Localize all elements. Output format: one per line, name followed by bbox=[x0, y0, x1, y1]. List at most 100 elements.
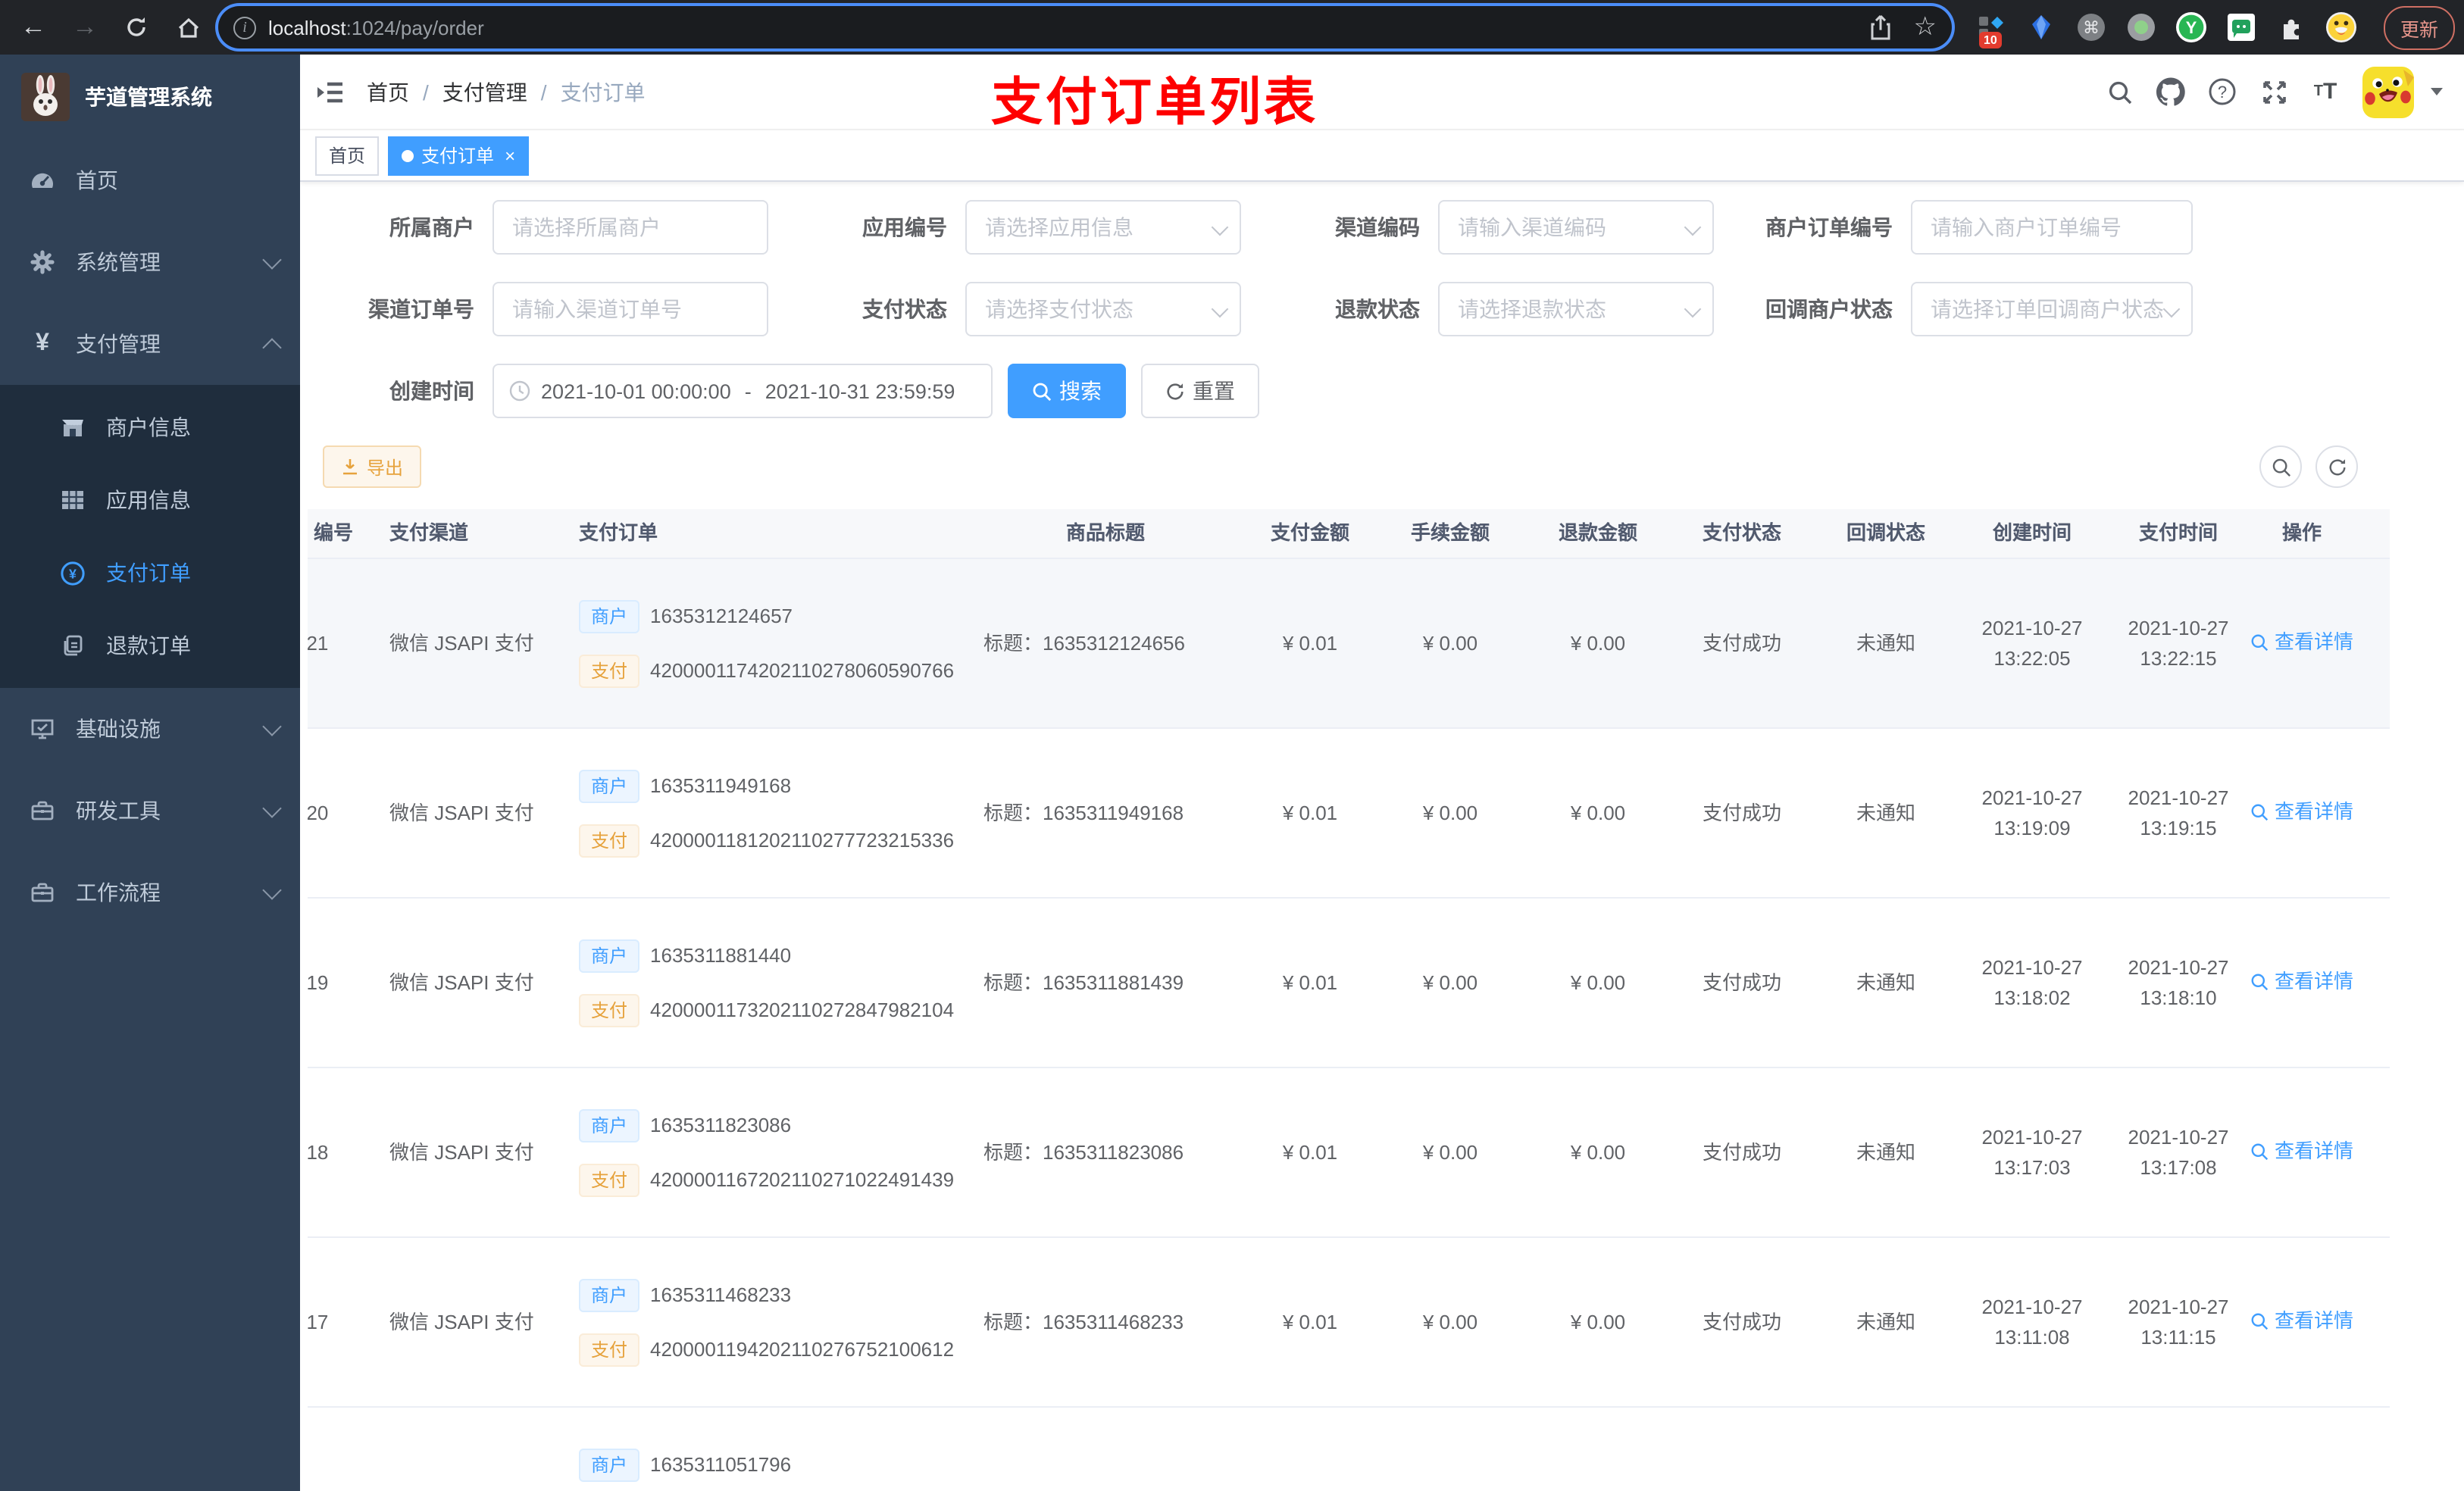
extension-command-icon[interactable]: ⌘ bbox=[2076, 12, 2106, 42]
back-icon[interactable]: ← bbox=[12, 6, 55, 48]
extension-chat-icon[interactable] bbox=[2226, 12, 2256, 42]
merchant-order-no-input[interactable] bbox=[1911, 200, 2193, 255]
bookmark-star-icon[interactable]: ☆ bbox=[1914, 12, 1937, 42]
close-icon[interactable]: × bbox=[505, 145, 515, 166]
sidebar-item-app-info[interactable]: 应用信息 bbox=[0, 464, 300, 536]
filter-channel-code: 渠道编码 bbox=[1253, 200, 1726, 255]
sidebar-item-label: 研发工具 bbox=[76, 799, 161, 823]
refund-status-select[interactable] bbox=[1438, 282, 1714, 336]
view-detail-link[interactable]: 查看详情 bbox=[2250, 966, 2353, 996]
cell-title: 标题：1635311881439 bbox=[983, 971, 1184, 993]
tab-home[interactable]: 首页 bbox=[315, 136, 380, 175]
date-range-input[interactable]: 2021-10-01 00:00:00 - 2021-10-31 23:59:5… bbox=[492, 364, 993, 418]
sidebar-item-dev-tools[interactable]: 研发工具 bbox=[0, 770, 300, 852]
cell-fee: ¥ 0.00 bbox=[1422, 971, 1478, 993]
filter-channel-order-no: 渠道订单号 bbox=[308, 282, 780, 336]
active-dot-icon bbox=[402, 149, 414, 161]
channel-order-no: 4200001173202110272847982104 bbox=[650, 998, 955, 1021]
fullscreen-icon[interactable] bbox=[2259, 77, 2288, 106]
tab-pay-order[interactable]: 支付订单 × bbox=[388, 136, 530, 175]
view-detail-link[interactable]: 查看详情 bbox=[2250, 1136, 2353, 1166]
chevron-down-icon bbox=[262, 798, 282, 817]
cell-id: 317 bbox=[308, 1310, 329, 1333]
search-button[interactable]: 搜索 bbox=[1008, 364, 1126, 418]
refresh-table-button[interactable] bbox=[2315, 445, 2358, 488]
forward-icon[interactable]: → bbox=[64, 6, 106, 48]
sidebar-item-home[interactable]: 首页 bbox=[0, 139, 300, 221]
filter-label: 商户订单编号 bbox=[1765, 215, 1893, 239]
pay-status-select[interactable] bbox=[965, 282, 1241, 336]
magnifier-icon bbox=[2251, 803, 2269, 821]
export-button[interactable]: 导出 bbox=[323, 445, 422, 488]
merchant-order-no: 1635311881440 bbox=[650, 943, 792, 966]
sidebar-item-merchant-info[interactable]: 商户信息 bbox=[0, 391, 300, 464]
hamburger-icon[interactable] bbox=[315, 77, 346, 107]
extension-badge: 10 bbox=[1979, 32, 2002, 48]
extension-dot-icon[interactable] bbox=[2126, 12, 2156, 42]
app-logo-row[interactable]: 芋道管理系统 bbox=[0, 55, 300, 139]
sidebar-item-pay-order[interactable]: ¥ 支付订单 bbox=[0, 536, 300, 609]
channel-order-no-input[interactable] bbox=[492, 282, 768, 336]
github-icon[interactable] bbox=[2156, 77, 2185, 106]
breadcrumb-pay[interactable]: 支付管理 bbox=[442, 77, 527, 107]
col-refund: 退款金额 bbox=[1558, 521, 1637, 544]
pay-order-icon: ¥ bbox=[61, 561, 85, 585]
chevron-up-icon bbox=[262, 337, 282, 357]
extension-gem-icon[interactable] bbox=[2026, 12, 2056, 42]
help-icon[interactable]: ? bbox=[2208, 77, 2237, 106]
breadcrumb-home[interactable]: 首页 bbox=[367, 77, 409, 107]
extension-puzzle-icon[interactable] bbox=[2276, 12, 2306, 42]
update-button[interactable]: 更新 bbox=[2384, 5, 2456, 49]
view-detail-link[interactable]: 查看详情 bbox=[2250, 1305, 2353, 1336]
merchant-order-no: 1635311823086 bbox=[650, 1113, 792, 1136]
address-bar[interactable]: i localhost:1024/pay/order ☆ bbox=[218, 6, 1952, 48]
cell-paid: 2021-10-27 13:17:08 bbox=[2128, 1125, 2229, 1178]
cell-title: 标题：1635311823086 bbox=[983, 1140, 1184, 1163]
table-row[interactable]: 319 微信 JSAPI 支付 商户 1635311881440 支付 420000… bbox=[308, 899, 2390, 1068]
merchant-tag: 商户 bbox=[579, 1449, 640, 1482]
view-detail-link[interactable]: 查看详情 bbox=[2250, 796, 2353, 827]
table-row[interactable]: 320 微信 JSAPI 支付 商户 1635311949168 支付 420000… bbox=[308, 729, 2390, 899]
sidebar-item-workflow[interactable]: 工作流程 bbox=[0, 852, 300, 933]
sidebar-item-pay[interactable]: ¥ 支付管理 bbox=[0, 303, 300, 385]
notify-status-select[interactable] bbox=[1911, 282, 2193, 336]
home-icon[interactable] bbox=[167, 6, 209, 48]
font-size-icon[interactable]: TT bbox=[2311, 77, 2340, 106]
cell-paid: 2021-10-27 13:19:15 bbox=[2128, 786, 2229, 839]
profile-emoji-icon[interactable] bbox=[2326, 12, 2356, 42]
filter-pay-status: 支付状态 bbox=[780, 282, 1253, 336]
info-icon[interactable]: i bbox=[233, 16, 256, 39]
filter-label: 所属商户 bbox=[389, 215, 474, 239]
channel-code-select[interactable] bbox=[1438, 200, 1714, 255]
view-detail-link[interactable]: 查看详情 bbox=[2250, 627, 2353, 657]
navbar: 首页 / 支付管理 / 支付订单 支付订单列表 ? T T bbox=[300, 55, 2464, 132]
table-row[interactable]: 317 微信 JSAPI 支付 商户 1635311468233 支付 420000… bbox=[308, 1238, 2390, 1408]
reset-button[interactable]: 重置 bbox=[1141, 364, 1259, 418]
col-status: 支付状态 bbox=[1702, 521, 1781, 544]
app-select[interactable] bbox=[965, 200, 1241, 255]
share-icon[interactable] bbox=[1868, 14, 1893, 41]
sidebar-item-label: 应用信息 bbox=[106, 488, 191, 512]
caret-down-icon[interactable] bbox=[2431, 88, 2443, 95]
merchant-input[interactable] bbox=[492, 200, 768, 255]
extension-tabs-icon[interactable]: 10 bbox=[1976, 12, 2006, 48]
table-row-partial[interactable]: 商户 1635311051796 bbox=[308, 1408, 2390, 1491]
filter-notify-status: 回调商户状态 bbox=[1726, 282, 2199, 336]
sidebar-item-refund-order[interactable]: 退款订单 bbox=[0, 609, 300, 682]
page-annotation: 支付订单列表 bbox=[991, 74, 1318, 132]
table-row[interactable]: 318 微信 JSAPI 支付 商户 1635311823086 支付 420000… bbox=[308, 1068, 2390, 1238]
cell-status: 支付成功 bbox=[1702, 801, 1781, 824]
sidebar-item-infra[interactable]: 基础设施 bbox=[0, 688, 300, 770]
reload-icon[interactable] bbox=[115, 6, 158, 48]
table-row[interactable]: 321 微信 JSAPI 支付 商户 1635312124657 支付 420000… bbox=[308, 559, 2390, 729]
cell-refund: ¥ 0.00 bbox=[1570, 1140, 1626, 1163]
merchant-tag: 商户 bbox=[579, 1108, 640, 1142]
filter-merchant-order-no: 商户订单编号 bbox=[1726, 200, 2199, 255]
sidebar-item-system[interactable]: 系统管理 bbox=[0, 221, 300, 303]
tags-view: 首页 支付订单 × bbox=[300, 130, 2464, 182]
extension-y-icon[interactable]: Y bbox=[2176, 12, 2206, 42]
show-search-button[interactable] bbox=[2259, 445, 2302, 488]
avatar[interactable] bbox=[2362, 66, 2414, 117]
search-icon[interactable] bbox=[2105, 77, 2134, 106]
cell-id: 320 bbox=[308, 801, 329, 824]
